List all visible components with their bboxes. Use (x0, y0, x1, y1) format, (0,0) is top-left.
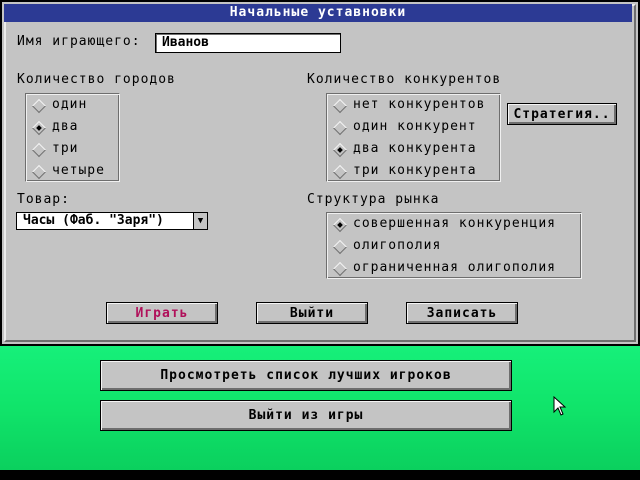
radio-selected-icon (332, 217, 348, 233)
exit-button-label: Выйти (289, 306, 335, 321)
player-name-input[interactable]: Иванов (155, 33, 341, 53)
market-group: совершенная конкуренция олигополия огран… (326, 212, 582, 279)
radio-indicator-icon (31, 98, 47, 114)
radio-label: нет конкурентов (353, 97, 486, 112)
radio-label: два (52, 119, 79, 134)
radio-label: три (52, 141, 79, 156)
radio-indicator-icon (332, 120, 348, 136)
radio-label: ограниченная олигополия (353, 260, 557, 275)
cities-group-title: Количество городов (17, 72, 176, 87)
radio-label: олигополия (353, 238, 442, 253)
view-best-players-label: Просмотреть список лучших игроков (160, 368, 452, 383)
radio-indicator-icon (332, 164, 348, 180)
exit-button[interactable]: Выйти (256, 302, 368, 324)
competitors-group: нет конкурентов один конкурент два конку… (326, 93, 501, 182)
cities-group: один два три четыре (25, 93, 120, 182)
product-select-value: Часы (Фаб. "Заря") (23, 213, 164, 228)
quit-game-label: Выйти из игры (248, 408, 364, 423)
radio-label: четыре (52, 163, 105, 178)
radio-selected-icon (31, 120, 47, 136)
radio-indicator-icon (332, 98, 348, 114)
quit-game-button[interactable]: Выйти из игры (100, 400, 512, 431)
radio-label: один конкурент (353, 119, 477, 134)
dropdown-arrow-icon[interactable]: ▼ (193, 213, 207, 229)
competitors-group-title: Количество конкурентов (307, 72, 502, 87)
save-button-label: Записать (426, 306, 498, 321)
product-label: Товар: (17, 192, 70, 207)
screen-bottom-strip (0, 470, 640, 480)
play-button[interactable]: Играть (106, 302, 218, 324)
radio-indicator-icon (332, 261, 348, 277)
radio-label: один (52, 97, 88, 112)
play-button-label: Играть (135, 306, 189, 321)
radio-selected-icon (332, 142, 348, 158)
player-name-label: Имя играющего: (17, 34, 141, 49)
product-select[interactable]: Часы (Фаб. "Заря") ▼ (16, 212, 208, 230)
radio-indicator-icon (332, 239, 348, 255)
radio-indicator-icon (31, 142, 47, 158)
radio-label: два конкурента (353, 141, 477, 156)
radio-indicator-icon (31, 164, 47, 180)
dialog-title: Начальные уставновки (4, 4, 632, 22)
strategy-button-label: Стратегия.. (513, 107, 611, 122)
strategy-button[interactable]: Стратегия.. (507, 103, 617, 125)
view-best-players-button[interactable]: Просмотреть список лучших игроков (100, 360, 512, 391)
radio-label: три конкурента (353, 163, 477, 178)
mouse-cursor-icon (553, 396, 567, 416)
radio-label: совершенная конкуренция (353, 216, 557, 231)
market-group-title: Структура рынка (307, 192, 440, 207)
save-button[interactable]: Записать (406, 302, 518, 324)
